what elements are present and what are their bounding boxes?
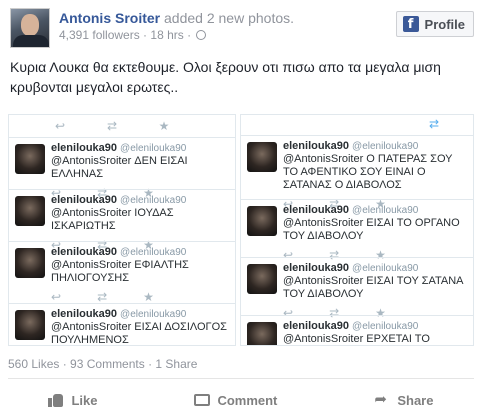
avatar-suit [13,35,49,47]
tweet-handle: @elenilouka90 [352,205,419,216]
tweet-avatar [15,196,45,226]
tweet-actions-top: ⇄ [241,115,473,135]
stats-separator: · [59,357,71,371]
photo-left[interactable]: ↩ ⇄ ★ elenilouka90 @elenilouka90 @Antonis… [8,114,236,346]
tweet-text: @AntonisSroiter ΔΕΝ ΕΙΣΑΙ ΕΛΛΗΝΑΣ [51,155,188,180]
thumbs-up-icon [48,393,64,407]
tweet-username: elenilouka90 [51,142,118,154]
comment-label: Comment [217,392,278,408]
tweet: elenilouka90 @elenilouka90 @AntonisSroite… [241,135,473,211]
like-button[interactable]: Like [48,388,97,412]
tweet-username: elenilouka90 [51,246,118,258]
reply-icon: ↩ [54,119,66,133]
favorite-icon: ★ [158,119,170,133]
meta-separator: · [139,28,151,42]
tweet-avatar [247,264,277,294]
avatar-face [21,14,39,36]
tweet: elenilouka90 @elenilouka90 @AntonisSroite… [241,257,473,320]
tweet-avatar [247,206,277,236]
tweet-avatar [15,144,45,174]
tweet: elenilouka90 @elenilouka90 @AntonisSroite… [241,315,473,345]
tweet-text: @AntonisSroiter ΕΙΣΑΙ ΔΟΣΙΛΟΓΟΣ ΠΟΥΛΗΜΕΝ… [51,321,227,346]
tweet-text: @AntonisSroiter ΕΦΙΑΛΤΗΣ ΠΗΛΙΟΓΟΥΣΗΣ [51,259,189,284]
tweet-text: @AntonisSroiter ΙΟΥΔΑΣ ΙΣΚΑΡΙΩΤΗΣ [51,207,174,232]
likes-count[interactable]: 560 Likes [8,357,59,371]
tweet-username: elenilouka90 [283,320,350,332]
tweet-avatar [15,248,45,278]
comment-button[interactable]: Comment [194,388,277,412]
tweet-avatar [15,310,45,340]
favorite-icon: ★ [143,290,154,304]
tweet-handle: @elenilouka90 [120,247,187,258]
tweet-handle: @elenilouka90 [120,309,187,320]
meta-separator-2: · [183,28,195,42]
tweet-handle: @elenilouka90 [352,321,419,332]
tweet: elenilouka90 @elenilouka90 @AntonisSroite… [9,241,235,304]
tweet-username: elenilouka90 [51,194,118,206]
share-button[interactable]: Share [374,388,433,412]
share-label: Share [397,392,434,408]
photo-grid: ↩ ⇄ ★ elenilouka90 @elenilouka90 @Antonis… [0,114,482,346]
like-label: Like [71,392,98,408]
globe-icon [196,30,207,40]
facebook-icon: f [402,16,419,32]
tweet-username: elenilouka90 [283,140,350,152]
tweet-handle: @elenilouka90 [352,263,419,274]
comment-icon [194,394,211,406]
tweet-avatar [247,322,277,345]
post-headline: Antonis Sroiter added 2 new photos. [59,10,294,26]
share-icon [374,390,390,408]
profile-button[interactable]: f Profile [395,11,474,37]
author-avatar[interactable] [10,8,50,48]
photo-right[interactable]: ⇄ elenilouka90 @elenilouka90 @AntonisSroi… [240,114,474,346]
tweet-text: @AntonisSroiter ΕΙΣΑΙ ΤΟΥ ΣΑΤΑΝΑ ΤΟΥ ΔΙΑ… [283,275,463,300]
shares-count[interactable]: 1 Share [155,357,197,371]
tweet-handle: @elenilouka90 [120,143,187,154]
post-meta: 4,391 followers · 18 hrs · [59,28,207,42]
tweet-handle: @elenilouka90 [352,141,419,152]
divider [8,378,474,379]
tweet: elenilouka90 @elenilouka90 @AntonisSroite… [9,137,235,200]
tweet-username: elenilouka90 [283,204,350,216]
tweet-text: @AntonisSroiter Ο ΠΑΤΕΡΑΣ ΣΟΥ ΤΟ ΑΦΕΝΤΙΚ… [283,153,453,191]
tweet: elenilouka90 @elenilouka90 @AntonisSroite… [9,303,235,346]
tweet: elenilouka90 @elenilouka90 @AntonisSroite… [241,199,473,262]
post-stats: 560 Likes · 93 Comments · 1 Share [8,357,197,371]
action-bar: Like Comment Share [0,388,482,412]
tweet-text: @AntonisSroiter ΕΙΣΑΙ ΤΟ ΟΡΓΑΝΟ ΤΟΥ ΔΙΑΒ… [283,217,460,242]
reply-icon: ↩ [51,290,62,304]
tweet-username: elenilouka90 [283,262,350,274]
author-name[interactable]: Antonis Sroiter [59,10,160,26]
comments-count[interactable]: 93 Comments [70,357,145,371]
tweet-handle: @elenilouka90 [120,195,187,206]
tweet-username: elenilouka90 [51,308,118,320]
tweet-actions-top: ↩ ⇄ ★ [9,115,235,137]
tweet-avatar [247,142,277,172]
stats-separator: · [144,357,156,371]
retweet-icon: ⇄ [106,119,118,133]
post-time[interactable]: 18 hrs [150,28,183,42]
post-action: added 2 new photos. [160,10,295,26]
retweet-icon: ⇄ [97,290,108,304]
profile-button-label: Profile [424,16,465,32]
followers-count[interactable]: 4,391 followers [59,28,140,42]
tweet: elenilouka90 @elenilouka90 @AntonisSroite… [9,189,235,252]
post-text: Κυρια Λουκα θα εκτεθουμε. Ολοι ξερουν οτ… [10,59,441,95]
retweet-icon: ⇄ [428,117,439,131]
tweet-text: @AntonisSroiter ΕΡΧΕΤΑΙ ΤΟ ΤΕΛΟΣ [283,333,430,345]
post-header: Antonis Sroiter added 2 new photos. 4,39… [0,0,482,52]
